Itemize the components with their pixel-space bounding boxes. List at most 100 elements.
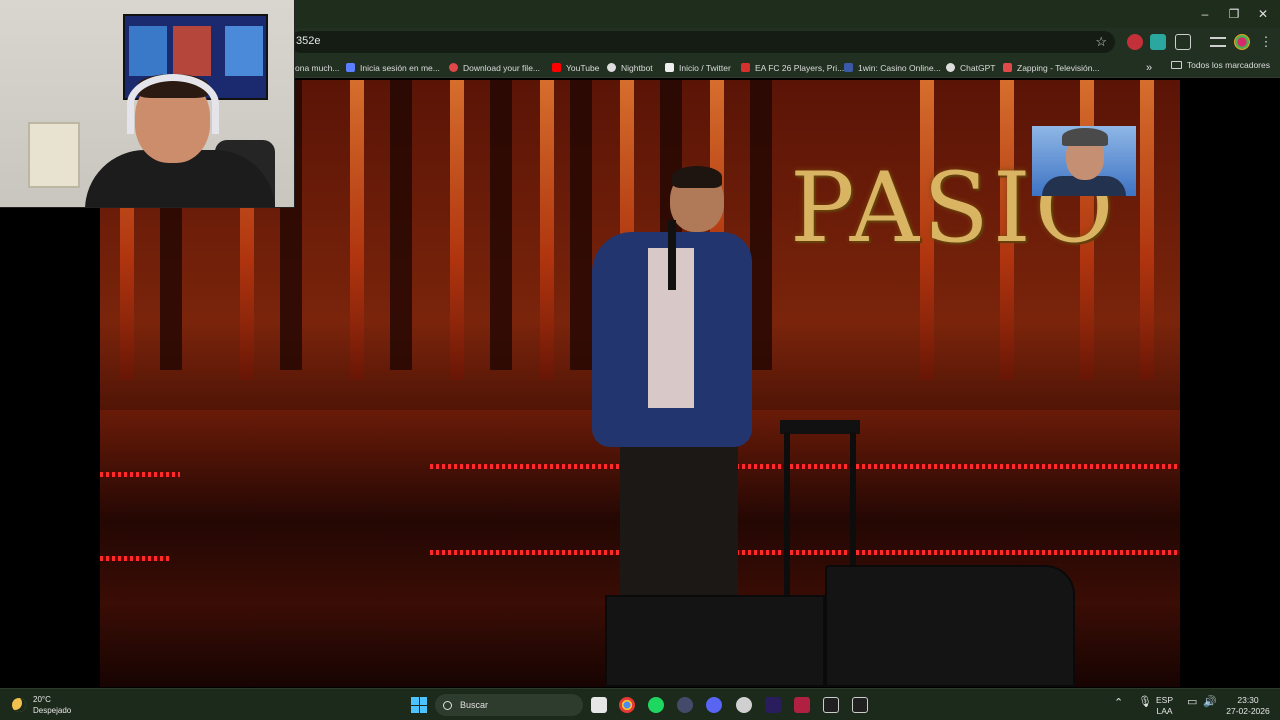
stage-panel	[390, 80, 412, 370]
spotify-icon[interactable]	[648, 697, 664, 713]
favicon-icon	[346, 63, 355, 72]
file-explorer-icon[interactable]	[591, 697, 607, 713]
stage-panel	[490, 80, 512, 370]
clock[interactable]: 23:30 27-02-2026	[1224, 695, 1272, 717]
bookmark-item[interactable]: Inicia sesión en me...	[346, 60, 440, 75]
folder-icon	[1170, 61, 1182, 69]
app-m2-icon[interactable]	[852, 697, 868, 713]
stage-led-strip	[430, 550, 1180, 555]
bookmark-item[interactable]: ona much...	[295, 60, 339, 75]
bookmark-item[interactable]: YouTube	[552, 60, 599, 75]
tv-panel	[225, 26, 263, 76]
volume-icon[interactable]: 🔊	[1203, 697, 1217, 708]
app-m-icon[interactable]	[823, 697, 839, 713]
profile-avatar-icon[interactable]	[1234, 34, 1250, 50]
media-control-icon[interactable]	[1210, 37, 1226, 47]
streamer	[85, 70, 275, 207]
nightbot-icon	[607, 63, 616, 72]
keyboard-layout: LAA	[1156, 706, 1173, 716]
x-twitter-icon	[665, 63, 674, 72]
bookmark-label: ona much...	[295, 62, 340, 73]
stage-led-strip	[100, 472, 180, 477]
chatgpt-icon	[946, 63, 955, 72]
favicon-icon	[1003, 63, 1012, 72]
bookmark-label: Nightbot	[621, 62, 653, 73]
translate-extension-icon[interactable]	[1150, 34, 1166, 50]
minimize-button[interactable]: –	[1190, 4, 1220, 24]
bookmark-item[interactable]: Zapping - Televisión...	[1003, 60, 1100, 75]
input-language[interactable]: ESP LAA	[1156, 695, 1173, 717]
url-text: 352e	[296, 35, 321, 47]
bookmark-star-icon[interactable]: ☆	[1095, 34, 1107, 50]
all-bookmarks-button[interactable]: Todos los marcadores	[1170, 60, 1270, 70]
streamer-webcam	[0, 0, 295, 208]
search-placeholder: Buscar	[460, 700, 489, 710]
stage-light	[450, 80, 464, 380]
affinity-icon[interactable]	[794, 697, 810, 713]
stage-speaker	[825, 565, 1075, 687]
start-windows-icon[interactable]	[411, 697, 427, 713]
tv-panel	[173, 26, 211, 76]
favicon-icon	[449, 63, 458, 72]
more-bookmarks-chevron-icon[interactable]: »	[1146, 60, 1152, 75]
clock-time: 23:30	[1237, 695, 1259, 705]
language-code: ESP	[1156, 695, 1174, 705]
bookmark-item[interactable]: Inicio / Twitter	[665, 60, 731, 75]
bookmark-item[interactable]: Nightbot	[607, 60, 653, 75]
menu-kebab-icon[interactable]: ⋮	[1258, 34, 1274, 50]
bar-stool	[780, 420, 860, 434]
stage-light	[350, 80, 364, 380]
moon-icon	[12, 698, 26, 712]
ea-icon	[741, 63, 750, 72]
bookmark-item[interactable]: ChatGPT	[946, 60, 995, 75]
app-icon[interactable]	[677, 697, 693, 713]
stage-speaker	[605, 595, 825, 687]
bookmark-label: ChatGPT	[960, 62, 996, 73]
bookmark-item[interactable]: 1win: Casino Online...	[844, 60, 941, 75]
performer-hair	[672, 166, 722, 188]
tray-chevron-up-icon[interactable]: ⌃	[1114, 698, 1123, 709]
stage-led-strip	[100, 556, 170, 561]
bookmark-label: Download your file...	[463, 62, 541, 73]
discord-icon[interactable]	[706, 697, 722, 713]
stage-light	[540, 80, 554, 380]
bookmark-label: Zapping - Televisión...	[1017, 62, 1100, 73]
chrome-icon[interactable]	[619, 697, 635, 713]
bookmark-label: 1win: Casino Online...	[858, 62, 941, 73]
all-bookmarks-label: Todos los marcadores	[1186, 60, 1270, 70]
headset-icon	[127, 74, 219, 134]
restore-button[interactable]: ❐	[1219, 4, 1249, 24]
network-icon[interactable]: ▭	[1187, 697, 1197, 708]
clock-date: 27-02-2026	[1226, 706, 1270, 716]
stool-leg	[784, 432, 790, 602]
desktop: – ❐ ✕ 352e ☆ ⋮ ona much... Inicia sesión…	[0, 0, 1280, 720]
overlay-camera	[1032, 126, 1136, 196]
premiere-icon[interactable]	[765, 697, 781, 713]
favicon-icon	[844, 63, 853, 72]
search-icon	[443, 700, 452, 710]
bookmark-item[interactable]: EA FC 26 Players, Pri...	[741, 60, 844, 75]
cam-person-cap	[1062, 128, 1108, 146]
tv-panel	[129, 26, 167, 76]
framed-card	[28, 122, 80, 188]
bookmark-label: Inicia sesión en me...	[360, 62, 440, 73]
taskbar-search[interactable]: Buscar	[435, 694, 583, 716]
youtube-icon	[552, 63, 561, 72]
stage-led-strip	[430, 464, 1180, 469]
bookmark-item[interactable]: Download your file...	[449, 60, 540, 75]
weather-widget[interactable]: 20°C Despejado	[12, 694, 71, 716]
address-bar[interactable]: 352e ☆	[290, 31, 1115, 53]
notification-app-icon[interactable]	[736, 697, 752, 713]
bookmark-label: YouTube	[566, 62, 600, 73]
weather-condition: Despejado	[33, 706, 72, 715]
stage-light	[1140, 80, 1154, 380]
bookmark-label: EA FC 26 Players, Pri...	[755, 62, 845, 73]
extension-icon[interactable]	[1127, 34, 1143, 50]
taskbar: 20°C Despejado Buscar ⌃ 🎙 ESP LAA ▭ 🔊 23…	[0, 688, 1280, 720]
microphone	[668, 220, 676, 290]
bookmark-label: Inicio / Twitter	[679, 62, 731, 73]
weather-temp: 20°C	[33, 695, 51, 704]
close-button[interactable]: ✕	[1248, 4, 1278, 24]
microphone-icon[interactable]: 🎙	[1138, 697, 1152, 708]
extensions-puzzle-icon[interactable]	[1175, 34, 1191, 50]
